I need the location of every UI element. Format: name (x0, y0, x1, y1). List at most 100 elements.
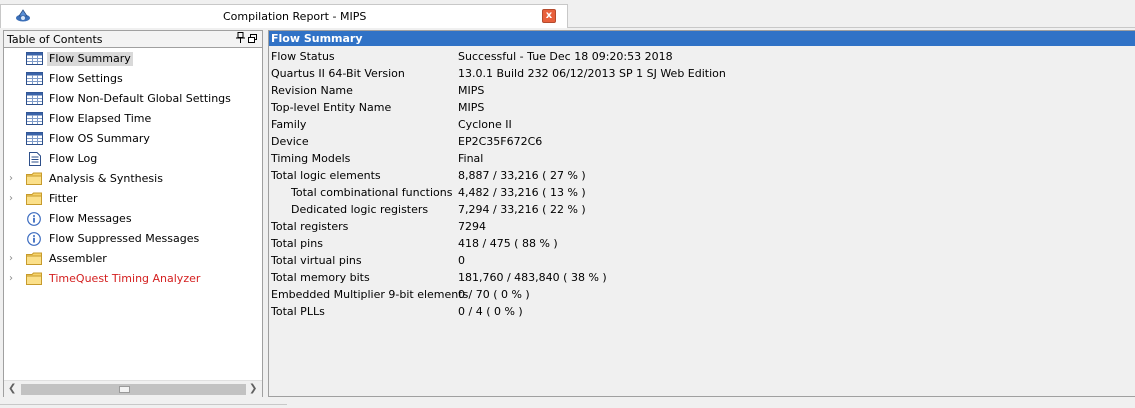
summary-row-label: Total PLLs (271, 305, 325, 318)
toc-item-label: Flow OS Summary (49, 132, 150, 145)
summary-row-label: Total memory bits (271, 271, 370, 284)
summary-row-label: Total logic elements (271, 169, 381, 182)
summary-row-value: 7,294 / 33,216 ( 22 % ) (458, 203, 586, 216)
table-icon (26, 132, 44, 146)
toc-item-timequest-timing-analyzer[interactable]: › TimeQuest Timing Analyzer (4, 270, 262, 289)
summary-row: Quartus II 64-Bit Version 13.0.1 Build 23… (269, 65, 1135, 82)
expand-chevron-icon[interactable]: › (9, 273, 17, 285)
toc-item-label: Flow Settings (49, 72, 123, 85)
summary-row-label: Revision Name (271, 84, 353, 97)
summary-row-value: 8,887 / 33,216 ( 27 % ) (458, 169, 586, 182)
toc-item-flow-log[interactable]: Flow Log (4, 150, 262, 169)
summary-row-value: Cyclone II (458, 118, 512, 131)
toc-item-flow-os-summary[interactable]: Flow OS Summary (4, 130, 262, 149)
summary-row-label: Total virtual pins (271, 254, 362, 267)
tab-title: Compilation Report - MIPS (223, 10, 367, 23)
scroll-right-arrow-icon[interactable]: ❯ (249, 383, 257, 394)
toc-item-label: Flow Elapsed Time (49, 112, 152, 125)
table-icon (26, 52, 44, 66)
summary-row-label: Quartus II 64-Bit Version (271, 67, 405, 80)
summary-row-value: 0 / 70 ( 0 % ) (458, 288, 530, 301)
toc-item-label: TimeQuest Timing Analyzer (49, 272, 201, 285)
summary-row-label: Total pins (271, 237, 323, 250)
info-icon (26, 232, 44, 246)
toc-item-label: Flow Non-Default Global Settings (49, 92, 231, 105)
scrollbar-track[interactable] (21, 384, 246, 395)
toc-item-fitter[interactable]: › Fitter (4, 190, 262, 209)
report-icon (14, 8, 32, 24)
flow-summary-panel: Flow Summary Flow Status Successful - Tue… (268, 30, 1135, 397)
toc-item-label: Analysis & Synthesis (49, 172, 163, 185)
info-icon (26, 212, 44, 226)
summary-row: Flow Status Successful - Tue Dec 18 09:20… (269, 48, 1135, 65)
scroll-left-arrow-icon[interactable]: ❮ (8, 383, 16, 394)
summary-row: Total registers 7294 (269, 218, 1135, 235)
compilation-report-tab[interactable]: Compilation Report - MIPS x (0, 4, 568, 28)
pin-icon[interactable] (236, 32, 245, 46)
status-divider (0, 404, 287, 405)
toc-title: Table of Contents (7, 33, 103, 46)
toc-item-label: Fitter (49, 192, 78, 205)
summary-row-label: Timing Models (271, 152, 351, 165)
summary-row: Revision Name MIPS (269, 82, 1135, 99)
summary-row-value: EP2C35F672C6 (458, 135, 543, 148)
summary-row: Total combinational functions 4,482 / 33,… (269, 184, 1135, 201)
toc-item-flow-elapsed-time[interactable]: Flow Elapsed Time (4, 110, 262, 129)
table-icon (26, 92, 44, 106)
summary-row-label: Device (271, 135, 309, 148)
summary-row: Device EP2C35F672C6 (269, 133, 1135, 150)
summary-row-label: Embedded Multiplier 9-bit elements (271, 288, 469, 301)
summary-row: Timing Models Final (269, 150, 1135, 167)
toc-item-flow-messages[interactable]: Flow Messages (4, 210, 262, 229)
document-icon (26, 152, 44, 166)
horizontal-scrollbar[interactable]: ❮ ❯ (4, 380, 262, 397)
toc-item-analysis-synthesis[interactable]: › Analysis & Synthesis (4, 170, 262, 189)
folder-icon (26, 192, 44, 206)
expand-chevron-icon[interactable]: › (9, 173, 17, 185)
toc-item-assembler[interactable]: › Assembler (4, 250, 262, 269)
summary-row-label: Top-level Entity Name (271, 101, 392, 114)
toc-header: Table of Contents (4, 31, 262, 48)
summary-row: Total memory bits 181,760 / 483,840 ( 38 … (269, 269, 1135, 286)
close-icon[interactable]: x (542, 9, 556, 23)
summary-row-label: Flow Status (271, 50, 335, 63)
summary-row: Embedded Multiplier 9-bit elements 0 / 70… (269, 286, 1135, 303)
summary-row-label: Family (271, 118, 307, 131)
summary-row-value: Successful - Tue Dec 18 09:20:53 2018 (458, 50, 673, 63)
expand-chevron-icon[interactable]: › (9, 193, 17, 205)
summary-row-value: MIPS (458, 101, 485, 114)
summary-row-label: Total combinational functions (291, 186, 453, 199)
summary-row: Total virtual pins 0 (269, 252, 1135, 269)
toc-item-flow-non-default-global-settings[interactable]: Flow Non-Default Global Settings (4, 90, 262, 109)
summary-row: Family Cyclone II (269, 116, 1135, 133)
scrollbar-thumb[interactable] (119, 386, 130, 393)
expand-chevron-icon[interactable]: › (9, 253, 17, 265)
flow-summary-header: Flow Summary (269, 31, 1135, 46)
toc-item-label: Flow Summary (47, 52, 133, 66)
table-icon (26, 72, 44, 86)
summary-row-value: 4,482 / 33,216 ( 13 % ) (458, 186, 586, 199)
toc-item-flow-suppressed-messages[interactable]: Flow Suppressed Messages (4, 230, 262, 249)
summary-row: Total logic elements 8,887 / 33,216 ( 27 … (269, 167, 1135, 184)
table-icon (26, 112, 44, 126)
summary-row-value: 181,760 / 483,840 ( 38 % ) (458, 271, 607, 284)
toc-item-label: Flow Suppressed Messages (49, 232, 200, 245)
toc-item-flow-summary[interactable]: Flow Summary (4, 50, 262, 69)
summary-row-label: Total registers (271, 220, 349, 233)
summary-row-value: 7294 (458, 220, 486, 233)
summary-row: Dedicated logic registers 7,294 / 33,216 … (269, 201, 1135, 218)
toc-item-label: Assembler (49, 252, 107, 265)
summary-row-value: 0 (458, 254, 465, 267)
toc-item-label: Flow Messages (49, 212, 132, 225)
folder-icon (26, 252, 44, 266)
toc-item-label: Flow Log (49, 152, 98, 165)
float-window-icon[interactable] (248, 33, 257, 43)
flow-summary-title: Flow Summary (271, 32, 363, 45)
document-tab-strip: Compilation Report - MIPS x (0, 0, 1135, 28)
summary-row: Total PLLs 0 / 4 ( 0 % ) (269, 303, 1135, 320)
summary-row-value: 418 / 475 ( 88 % ) (458, 237, 558, 250)
summary-row-value: MIPS (458, 84, 485, 97)
summary-row: Total pins 418 / 475 ( 88 % ) (269, 235, 1135, 252)
toc-item-flow-settings[interactable]: Flow Settings (4, 70, 262, 89)
summary-row-value: 0 / 4 ( 0 % ) (458, 305, 523, 318)
